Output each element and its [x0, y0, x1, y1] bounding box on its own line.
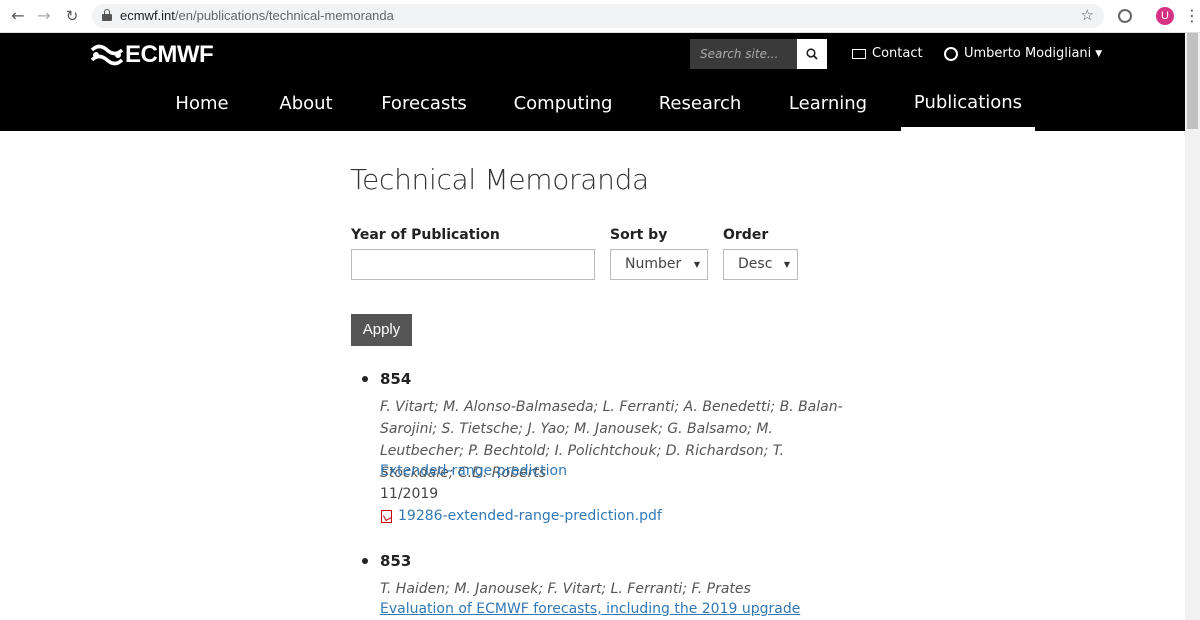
user-name: Umberto Modigliani — [964, 46, 1092, 61]
user-menu[interactable]: Umberto Modigliani ▼ — [944, 46, 1102, 61]
browser-menu-icon[interactable]: ⋮ — [1184, 6, 1200, 25]
sort-label: Sort by — [610, 227, 668, 243]
lock-icon — [102, 9, 112, 22]
search-button[interactable] — [797, 39, 827, 69]
nav-item-publications[interactable]: Publications — [901, 76, 1035, 131]
order-value: Desc — [738, 256, 773, 272]
publication-number: 854 — [380, 370, 412, 388]
publication-number: 853 — [380, 552, 412, 570]
dropdown-arrow-icon: ▼ — [693, 260, 700, 269]
page-scrollbar[interactable] — [1185, 33, 1200, 620]
dropdown-arrow-icon: ▼ — [783, 260, 790, 269]
year-input[interactable] — [351, 249, 595, 280]
order-select[interactable]: Desc ▼ — [723, 249, 798, 280]
apply-button[interactable]: Apply — [351, 314, 412, 346]
search-icon — [806, 48, 818, 60]
main-navigation: Home About Forecasts Computing Research … — [0, 76, 1200, 131]
publication-authors: T. Haiden; M. Janousek; F. Vitart; L. Fe… — [380, 581, 751, 597]
bookmark-star-icon[interactable]: ☆ — [1081, 6, 1094, 24]
extension-icon[interactable] — [1118, 9, 1132, 23]
sort-value: Number — [625, 256, 682, 272]
pdf-download-link[interactable]: 19286-extended-range-prediction.pdf — [381, 508, 662, 524]
year-label: Year of Publication — [351, 227, 500, 243]
search-input[interactable] — [690, 39, 797, 69]
back-arrow-icon[interactable]: ← — [8, 6, 28, 26]
logo-text: ECMWF — [125, 41, 214, 68]
url-host: ecmwf.int — [120, 8, 175, 23]
ecmwf-logo[interactable]: ECMWF — [90, 41, 214, 68]
browser-toolbar: ← → ↻ ecmwf.int/en/publications/technica… — [0, 0, 1200, 33]
publication-title-link[interactable]: Extended-range prediction — [380, 463, 567, 479]
page-title: Technical Memoranda — [350, 163, 649, 196]
forward-arrow-icon[interactable]: → — [34, 6, 54, 26]
nav-item-forecasts[interactable]: Forecasts — [376, 76, 472, 131]
nav-item-learning[interactable]: Learning — [783, 76, 873, 131]
pdf-icon — [381, 509, 392, 523]
profile-avatar[interactable]: U — [1156, 7, 1174, 25]
nav-item-computing[interactable]: Computing — [508, 76, 618, 131]
address-bar[interactable]: ecmwf.int/en/publications/technical-memo… — [92, 4, 1104, 28]
ecmwf-logo-icon — [90, 44, 124, 66]
nav-item-home[interactable]: Home — [168, 76, 236, 131]
site-top-bar: ECMWF Contact Umberto Modigliani ▼ — [0, 33, 1200, 76]
site-search — [690, 39, 827, 69]
sort-select[interactable]: Number ▼ — [610, 249, 708, 280]
contact-label: Contact — [872, 46, 923, 61]
scrollbar-thumb[interactable] — [1187, 33, 1198, 129]
bullet — [362, 376, 368, 382]
publication-title-link[interactable]: Evaluation of ECMWF forecasts, including… — [380, 601, 800, 617]
reload-icon[interactable]: ↻ — [62, 6, 82, 26]
caret-down-icon: ▼ — [1095, 48, 1103, 59]
envelope-icon — [852, 48, 866, 59]
bullet — [362, 558, 368, 564]
url-text[interactable]: ecmwf.int/en/publications/technical-memo… — [120, 8, 394, 23]
publication-date: 11/2019 — [380, 486, 439, 502]
contact-link[interactable]: Contact — [852, 46, 923, 61]
nav-item-about[interactable]: About — [272, 76, 340, 131]
order-label: Order — [723, 227, 769, 243]
nav-item-research[interactable]: Research — [654, 76, 746, 131]
pdf-filename: 19286-extended-range-prediction.pdf — [398, 508, 662, 524]
user-circle-icon — [944, 46, 958, 61]
url-path: /en/publications/technical-memoranda — [174, 8, 394, 23]
